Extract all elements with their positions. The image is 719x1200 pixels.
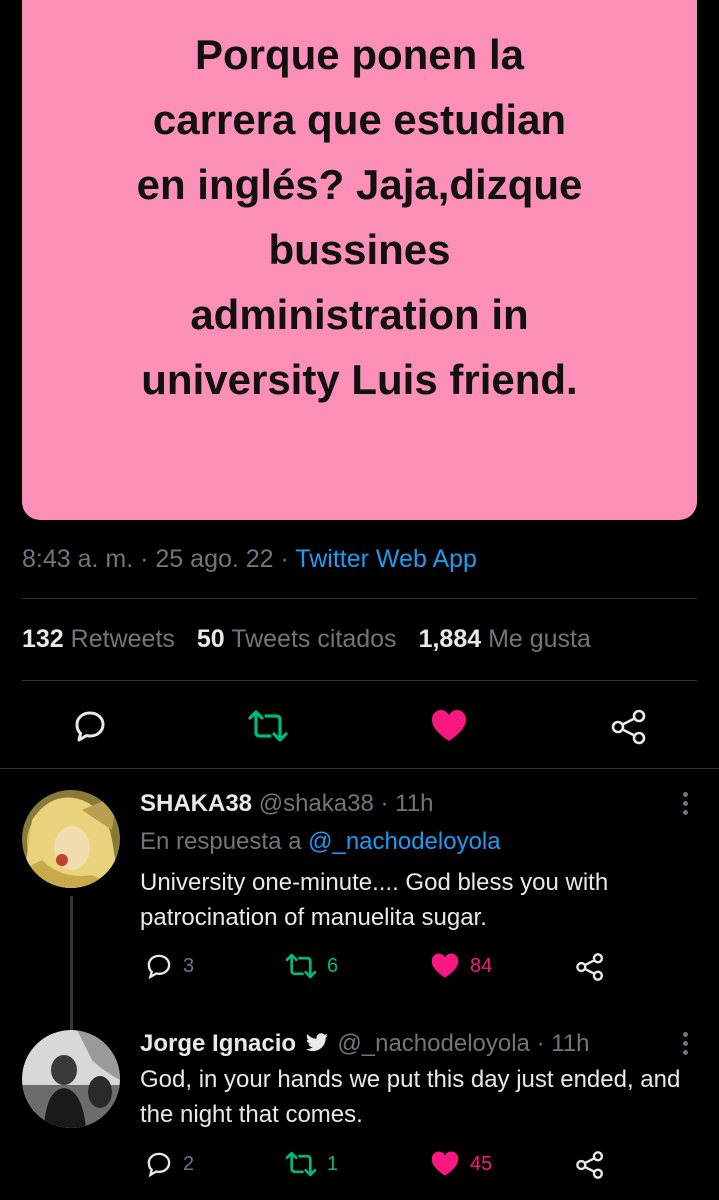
avatar[interactable]	[22, 790, 120, 888]
more-options-button[interactable]	[683, 1032, 689, 1059]
reply-header: SHAKA38 @shaka38 · 11h	[140, 790, 433, 818]
like-button[interactable]: 84	[430, 952, 492, 980]
meta-separator: ·	[140, 545, 149, 573]
share-button[interactable]	[575, 952, 615, 982]
divider	[22, 598, 697, 599]
reply-actions: 2 1 45	[0, 1150, 719, 1184]
quotes-label: Tweets citados	[231, 625, 397, 653]
author-handle[interactable]: @_nachodeloyola	[337, 1030, 530, 1057]
reply-icon	[75, 711, 105, 742]
reply-button[interactable]	[72, 708, 108, 749]
tweet-image[interactable]: Porque ponen la carrera que estudian en …	[22, 0, 697, 520]
avatar-image	[22, 790, 120, 888]
retweet-button[interactable]: 1	[285, 1150, 338, 1178]
twitter-bird-icon	[305, 1033, 328, 1052]
retweets-label: Retweets	[70, 625, 175, 653]
avatar-image	[22, 1030, 120, 1128]
reply-count: 2	[183, 1152, 195, 1175]
more-icon	[683, 1032, 689, 1055]
share-icon	[576, 1151, 604, 1179]
share-icon	[576, 953, 604, 981]
in-reply-prefix: En respuesta a	[140, 828, 302, 855]
in-reply-to: En respuesta a @_nachodeloyola	[140, 828, 501, 856]
likes-count: 1,884	[418, 625, 482, 653]
retweet-count: 1	[327, 1152, 339, 1175]
author-name[interactable]: SHAKA38	[140, 790, 252, 817]
divider	[22, 680, 697, 681]
reply-icon	[147, 954, 171, 980]
retweet-icon	[248, 710, 288, 742]
like-icon-filled	[432, 710, 466, 741]
header-separator: ·	[536, 1030, 545, 1057]
share-button[interactable]	[575, 1150, 615, 1180]
more-options-button[interactable]	[683, 792, 689, 819]
tweet-time: 8:43 a. m.	[22, 545, 134, 573]
reply-count: 3	[183, 954, 195, 977]
tweet-source-link[interactable]: Twitter Web App	[295, 545, 477, 573]
like-count: 45	[470, 1152, 493, 1175]
retweets-stat[interactable]: 132 Retweets	[22, 625, 175, 653]
tweet-action-bar	[0, 700, 719, 750]
like-icon-filled	[431, 1151, 459, 1176]
avatar[interactable]	[22, 1030, 120, 1128]
like-count: 84	[470, 954, 493, 977]
likes-label: Me gusta	[488, 625, 591, 653]
author-handle[interactable]: @shaka38	[259, 790, 374, 817]
retweet-icon	[285, 953, 317, 979]
reply-text: God, in your hands we put this day just …	[140, 1066, 681, 1128]
mention-link[interactable]: @_nachodeloyola	[308, 828, 501, 855]
reply-icon	[147, 1152, 171, 1178]
reply-header: Jorge Ignacio @_nachodeloyola · 11h	[140, 1030, 590, 1058]
reply-time: 11h	[551, 1030, 590, 1057]
retweet-count: 6	[327, 954, 339, 977]
retweet-icon	[285, 1151, 317, 1177]
meta-separator: ·	[280, 545, 289, 573]
more-icon	[683, 792, 689, 815]
share-icon	[611, 709, 646, 745]
quotes-stat[interactable]: 50 Tweets citados	[197, 625, 397, 653]
share-button[interactable]	[610, 708, 648, 751]
reply-button[interactable]: 3	[145, 952, 194, 980]
tweet-stats: 132 Retweets 50 Tweets citados 1,884 Me gu…	[22, 625, 591, 654]
like-icon-filled	[431, 953, 459, 978]
header-separator: ·	[380, 790, 389, 817]
retweet-button[interactable]: 6	[285, 952, 338, 980]
author-name[interactable]: Jorge Ignacio	[140, 1030, 296, 1057]
divider	[0, 768, 719, 769]
tweet-image-text: Porque ponen la carrera que estudian en …	[136, 31, 583, 403]
reply-actions: 3 6 84	[0, 952, 719, 986]
quotes-count: 50	[196, 625, 225, 653]
like-button[interactable]	[430, 708, 468, 749]
reply-time: 11h	[395, 790, 434, 817]
retweets-count: 132	[22, 625, 64, 653]
retweet-button[interactable]	[248, 708, 288, 749]
tweet-date: 25 ago. 22	[155, 545, 274, 573]
reply-button[interactable]: 2	[145, 1150, 194, 1178]
likes-stat[interactable]: 1,884 Me gusta	[419, 625, 591, 653]
like-button[interactable]: 45	[430, 1150, 492, 1178]
reply-text: University one-minute.... God bless you …	[140, 869, 609, 931]
tweet-meta: 8:43 a. m. · 25 ago. 22 · Twitter Web Ap…	[22, 545, 477, 574]
